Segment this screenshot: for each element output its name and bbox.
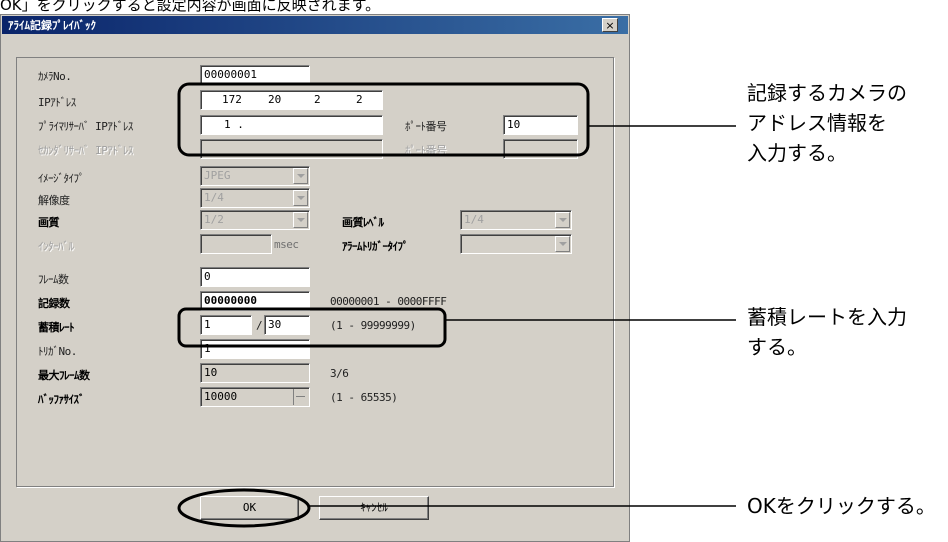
- alarm-trigger-type-label: ｱﾗｰﾑﾄﾘｶﾞｰﾀｲﾌﾟ: [342, 240, 409, 253]
- buffer-size-label: ﾊﾞｯﾌｧｻｲｽﾞ: [38, 393, 85, 406]
- storage-rate-numerator-input[interactable]: 1: [200, 315, 252, 335]
- trigger-no-input[interactable]: 1: [200, 339, 310, 359]
- cancel-button[interactable]: ｷｬﾝｾﾙ: [319, 496, 429, 520]
- primary-port-input[interactable]: 10: [503, 115, 578, 135]
- chevron-down-icon[interactable]: [555, 236, 570, 252]
- buffer-size-range: (1 - 65535): [330, 391, 398, 404]
- spinner-icon[interactable]: [293, 389, 308, 405]
- alarm-trigger-type-select[interactable]: [460, 234, 572, 254]
- interval-input[interactable]: [200, 234, 272, 254]
- quality-level-value: 1/4: [464, 213, 484, 226]
- resolution-value: 1/4: [204, 191, 224, 204]
- image-quality-label: 画質: [38, 216, 60, 229]
- ip-address-label: IPｱﾄﾞﾚｽ: [38, 96, 76, 109]
- image-type-value: JPEG: [204, 169, 231, 182]
- secondary-port-input[interactable]: [503, 139, 578, 159]
- frame-count-label: ﾌﾚｰﾑ数: [38, 273, 69, 286]
- record-count-label: 記録数: [38, 297, 70, 310]
- callout-rate: 蓄積レートを入力 する。: [747, 305, 907, 359]
- primary-port-label: ﾎﾟｰﾄ番号: [405, 120, 447, 133]
- image-quality-select[interactable]: 1/2: [200, 210, 310, 230]
- dialog-title: ｱﾗｲﾑ記録ﾌﾟﾚｲﾊﾞｯｸ: [8, 19, 96, 32]
- primary-server-input[interactable]: 1 .: [200, 115, 383, 135]
- storage-rate-separator: /: [256, 319, 263, 332]
- trigger-no-label: ﾄﾘｶﾞNo.: [38, 345, 77, 358]
- chevron-down-icon[interactable]: [555, 212, 570, 228]
- close-button[interactable]: ×: [602, 18, 618, 32]
- ip-octet-4: 2: [356, 93, 363, 106]
- max-frames-label: 最大ﾌﾚｰﾑ数: [38, 369, 90, 382]
- chevron-down-icon[interactable]: [293, 212, 308, 228]
- camera-no-input[interactable]: 00000001: [200, 65, 310, 85]
- resolution-select[interactable]: 1/4: [200, 188, 310, 208]
- image-type-label: ｲﾒｰｼﾞﾀｲﾌﾟ: [38, 172, 85, 185]
- dialog-window: ｱﾗｲﾑ記録ﾌﾟﾚｲﾊﾞｯｸ × ｶﾒﾗNo. 00000001 IPｱﾄﾞﾚｽ…: [0, 14, 630, 542]
- primary-server-label: ﾌﾟﾗｲﾏﾘｻｰﾊﾞ IPｱﾄﾞﾚｽ: [38, 120, 133, 133]
- interval-unit: msec: [274, 238, 299, 251]
- quality-level-label: 画質ﾚﾍﾞﾙ: [342, 216, 384, 229]
- max-frames-unit: 3/6: [330, 367, 349, 380]
- buffer-size-value: 10000: [204, 390, 238, 403]
- resolution-label: 解像度: [38, 194, 70, 207]
- frame-count-input[interactable]: 0: [200, 267, 310, 287]
- image-quality-value: 1/2: [204, 213, 224, 226]
- storage-rate-denominator-input[interactable]: 30: [264, 315, 310, 335]
- chevron-down-icon[interactable]: [293, 168, 308, 184]
- secondary-server-input[interactable]: [200, 139, 383, 159]
- record-count-input[interactable]: 00000000: [200, 291, 310, 311]
- camera-no-label: ｶﾒﾗNo.: [38, 70, 72, 83]
- chevron-down-icon[interactable]: [293, 190, 308, 206]
- record-count-range: 00000001 - 0000FFFF: [330, 295, 447, 308]
- buffer-size-input[interactable]: 10000: [200, 387, 310, 407]
- callout-ok: OKをクリックする。: [747, 494, 936, 518]
- top-instruction-text: OK」をクリックすると設定内容が画面に反映されます。: [0, 0, 381, 14]
- image-type-select[interactable]: JPEG: [200, 166, 310, 186]
- max-frames-input[interactable]: 10: [200, 363, 310, 383]
- ip-octet-3: 2: [314, 93, 321, 106]
- quality-level-select[interactable]: 1/4: [460, 210, 572, 230]
- storage-rate-range: (1 - 99999999): [330, 319, 416, 332]
- ip-address-input[interactable]: 172 20 2 2: [200, 90, 383, 110]
- title-bar[interactable]: ｱﾗｲﾑ記録ﾌﾟﾚｲﾊﾞｯｸ ×: [2, 16, 628, 34]
- secondary-server-label: ｾｶﾝﾀﾞﾘｻｰﾊﾞ IPｱﾄﾞﾚｽ: [38, 144, 133, 157]
- ip-octet-1: 172: [222, 93, 242, 106]
- callout-address: 記録するカメラの アドレス情報を 入力する。: [747, 81, 907, 165]
- ip-octet-2: 20: [268, 93, 282, 106]
- interval-label: ｲﾝﾀｰﾊﾞﾙ: [38, 240, 74, 253]
- storage-rate-label: 蓄積ﾚｰﾄ: [38, 321, 75, 334]
- secondary-port-label: ﾎﾟｰﾄ番号: [405, 144, 447, 157]
- ok-button[interactable]: OK: [200, 496, 299, 520]
